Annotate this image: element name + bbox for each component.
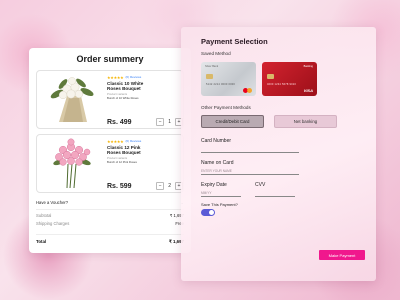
- payment-panel: Payment Selection Saved Method Silver Ba…: [181, 27, 376, 281]
- star-rating-icon: ★★★★★: [107, 74, 124, 80]
- voucher-toggle[interactable]: Have a Voucher? ⌄: [36, 198, 184, 210]
- card-number: 4000 1234 5678 9010: [267, 83, 297, 86]
- card-number: 5142 2214 0000 0000: [206, 83, 236, 86]
- save-payment-label: Save This Payment?: [201, 202, 238, 207]
- name-field: Name on Card ENTER YOUR NAME: [201, 160, 356, 175]
- payment-methods: Credit/Debit Card Net banking: [201, 115, 356, 128]
- saved-card-mastercard[interactable]: Silver Bank 5142 2214 0000 0000: [201, 62, 256, 96]
- product-rating: ★★★★★ (6) Reviews: [107, 138, 179, 144]
- product-item: ★★★★★ (6) Reviews Classic 10 White Roses…: [36, 70, 184, 129]
- decrement-button[interactable]: −: [156, 118, 165, 126]
- decrement-button[interactable]: −: [156, 182, 165, 190]
- name-input[interactable]: ENTER YOUR NAME: [201, 166, 299, 175]
- mastercard-icon: [243, 88, 252, 93]
- card-number-field: Card Number: [201, 138, 356, 153]
- quantity-value: 2: [168, 183, 171, 189]
- review-count[interactable]: (6) Reviews: [125, 75, 141, 79]
- product-item: ★★★★★ (6) Reviews Classic 12 Pink Roses …: [36, 134, 184, 193]
- expiry-field: Expiry Date MM/YY: [201, 182, 241, 197]
- method-net-banking[interactable]: Net banking: [274, 115, 337, 128]
- total-row: Total ₹ 1,697: [36, 234, 184, 245]
- quantity-stepper: − 1 +: [156, 118, 183, 126]
- shipping-label: Shipping Charges: [36, 221, 70, 226]
- pink-roses-image: [41, 138, 103, 190]
- review-count[interactable]: (6) Reviews: [125, 139, 141, 143]
- product-rating: ★★★★★ (6) Reviews: [107, 74, 179, 80]
- quantity-stepper: − 2 +: [156, 182, 183, 190]
- voucher-label: Have a Voucher?: [36, 200, 69, 205]
- star-rating-icon: ★★★★★: [107, 138, 124, 144]
- product-name: Classic 10 White Roses Bouquet: [107, 81, 144, 92]
- product-variant: Bunch of 10 White Roses: [107, 96, 139, 101]
- card-number-input[interactable]: [201, 144, 299, 153]
- product-name: Classic 12 Pink Roses Bouquet: [107, 145, 141, 156]
- saved-method-label: Saved Method: [201, 51, 231, 56]
- total-label: Total: [36, 239, 47, 244]
- payment-title: Payment Selection: [201, 37, 268, 46]
- other-methods-label: Other Payment Methods: [201, 105, 251, 110]
- product-price: Rs. 599: [107, 183, 132, 190]
- card-bank-name: Silver Bank: [205, 65, 219, 68]
- expiry-cvv-row: Expiry Date MM/YY CVV: [201, 175, 356, 197]
- card-chip-icon: [206, 74, 213, 79]
- method-credit-debit-card[interactable]: Credit/Debit Card: [201, 115, 264, 128]
- product-price: Rs. 499: [107, 119, 132, 126]
- saved-cards: Silver Bank 5142 2214 0000 0000 Banking …: [201, 62, 356, 96]
- cvv-field: CVV: [255, 182, 295, 197]
- make-payment-button[interactable]: Make Payment: [319, 250, 365, 260]
- white-roses-image: [41, 74, 103, 126]
- expiry-input[interactable]: MM/YY: [201, 188, 241, 197]
- shipping-row: Shipping Charges Free: [36, 221, 184, 226]
- product-variant: Bunch of 12 Pink Roses: [107, 160, 137, 165]
- save-payment-toggle[interactable]: [201, 209, 215, 216]
- visa-icon: VISA: [303, 88, 313, 93]
- order-summary-card: Order summery ★★★★★ (6) Reviews Classic …: [29, 48, 191, 253]
- card-chip-icon: [267, 74, 274, 79]
- card-bank-name: Banking: [303, 65, 313, 68]
- quantity-value: 1: [168, 119, 171, 125]
- subtotal-row: Subtotal ₹ 1,697: [36, 213, 184, 218]
- order-title: Order summery: [76, 54, 144, 64]
- saved-card-visa[interactable]: Banking 4000 1234 5678 9010 VISA: [262, 62, 317, 96]
- subtotal-label: Subtotal: [36, 213, 52, 218]
- cvv-input[interactable]: [255, 188, 295, 197]
